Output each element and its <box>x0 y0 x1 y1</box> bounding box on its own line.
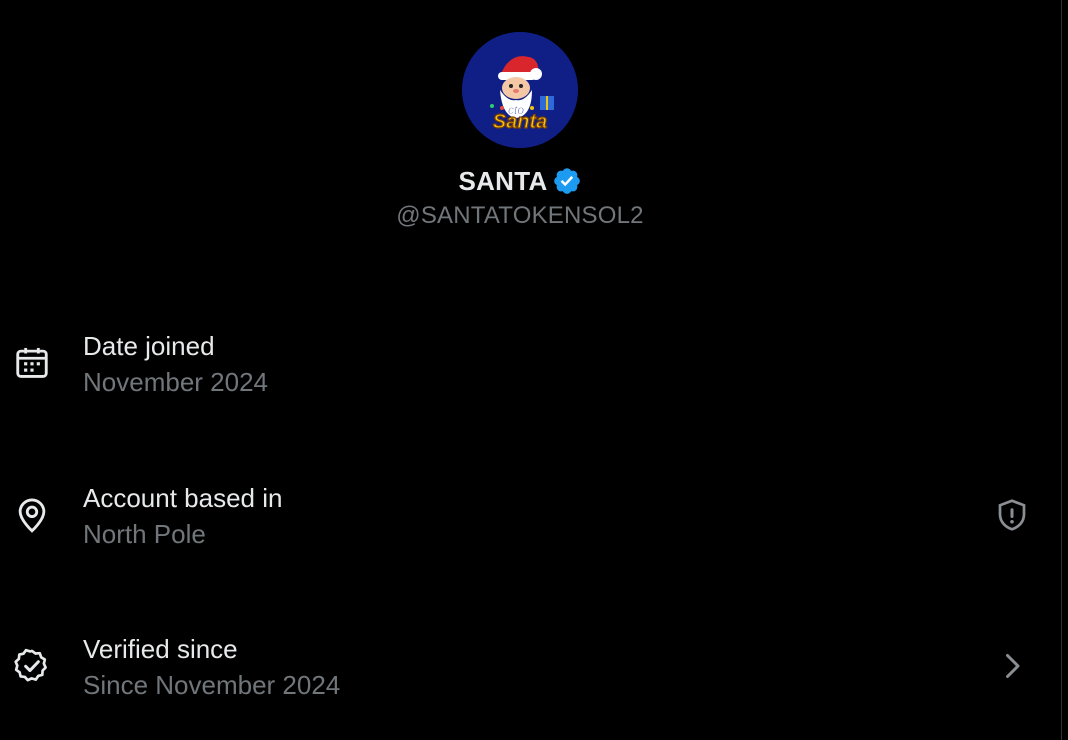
avatar[interactable]: cto Santa <box>462 32 578 148</box>
chevron-right-icon[interactable] <box>994 648 1030 684</box>
account-based-in-label: Account based in <box>83 483 283 513</box>
date-joined-label: Date joined <box>83 331 215 361</box>
verified-since-row[interactable]: Verified since Since November 2024 <box>0 632 1060 704</box>
santa-logo-icon: cto Santa <box>462 32 578 148</box>
location-pin-icon <box>18 498 46 533</box>
verified-check-icon[interactable] <box>552 166 582 196</box>
verified-since-value: Since November 2024 <box>83 670 341 700</box>
date-joined-value: November 2024 <box>83 367 268 397</box>
account-based-in-row: Account based in North Pole <box>0 481 1060 553</box>
account-based-in-value: North Pole <box>83 519 206 549</box>
date-joined-row: Date joined November 2024 <box>0 329 1060 401</box>
handle: @SANTATOKENSOL2 <box>396 202 644 229</box>
display-name: SANTA <box>458 165 548 196</box>
shield-alert-icon[interactable] <box>994 497 1030 533</box>
divider <box>1061 0 1062 740</box>
about-account-page: cto Santa SANTA @SANTATOKENSOL2 Date joi… <box>0 0 1068 740</box>
svg-text:Santa: Santa <box>493 111 547 133</box>
verified-badge-icon <box>14 648 47 682</box>
profile-header: cto Santa SANTA @SANTATOKENSOL2 <box>0 32 1040 230</box>
verified-since-label: Verified since <box>83 634 238 664</box>
name-row: SANTA <box>0 164 1040 198</box>
calendar-icon <box>16 347 48 378</box>
